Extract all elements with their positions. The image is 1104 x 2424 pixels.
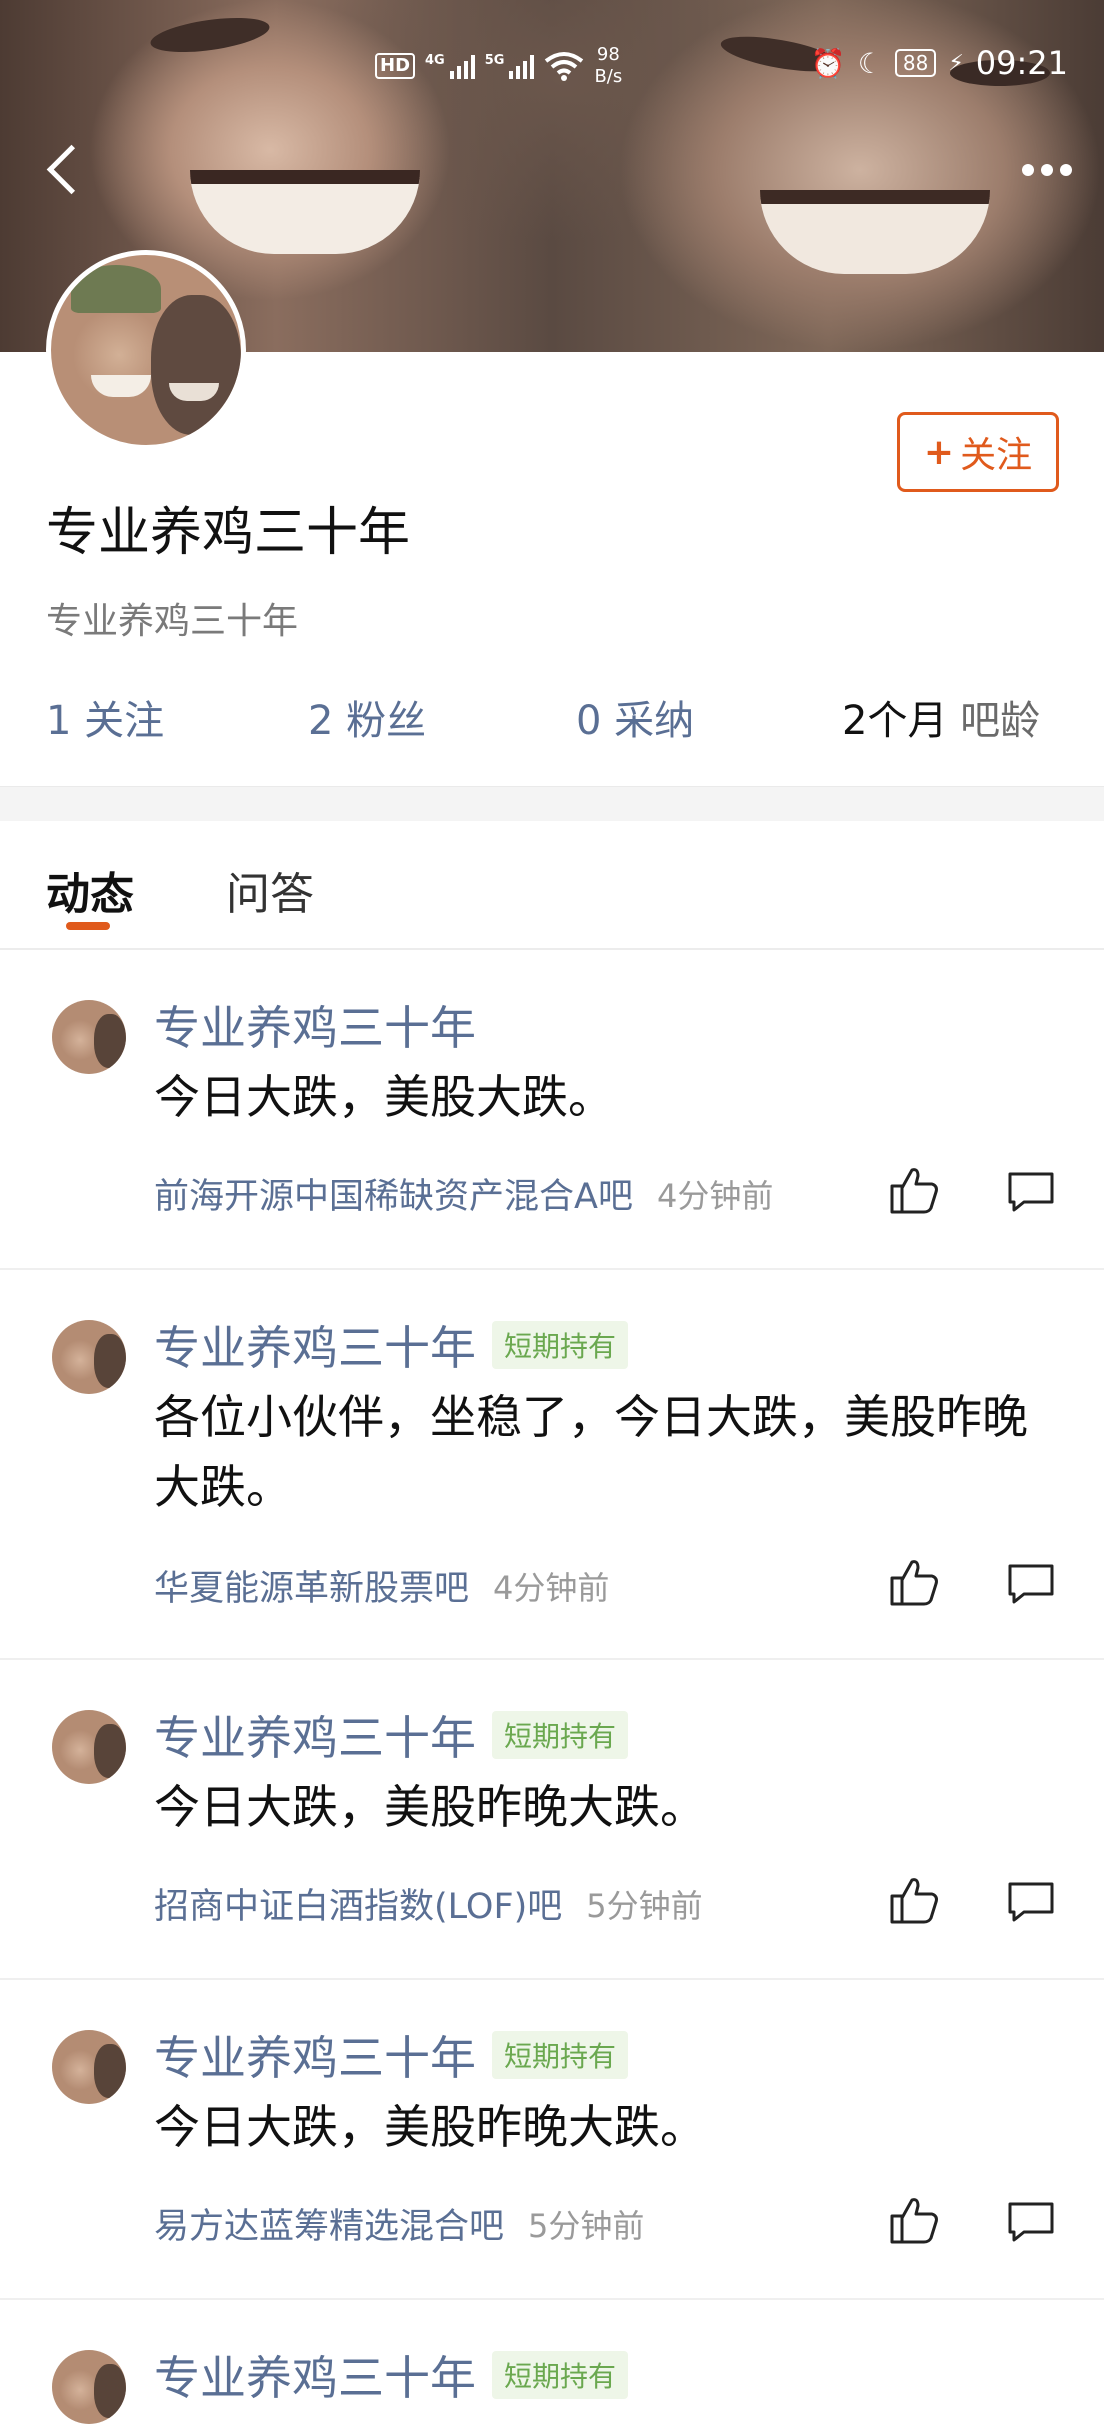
follow-button[interactable]: + 关注 — [897, 412, 1059, 492]
post-author[interactable]: 专业养鸡三十年 — [154, 1702, 476, 1768]
follow-label: 关注 — [960, 435, 1033, 476]
post-time: 4分钟前 — [656, 1176, 774, 1215]
tab-indicator — [66, 922, 110, 930]
comment-icon[interactable] — [1006, 2196, 1056, 2246]
activity-feed: 专业养鸡三十年 今日大跌，美股大跌。 前海开源中国稀缺资产混合A吧 4分钟前 专… — [0, 950, 1104, 2424]
avatar[interactable] — [52, 1320, 126, 1394]
post-forum-link[interactable]: 华夏能源革新股票吧 — [154, 1560, 469, 1611]
post-forum-link[interactable]: 前海开源中国稀缺资产混合A吧 — [154, 1168, 633, 1219]
post-time: 5分钟前 — [586, 1886, 703, 1925]
status-bar: HD 4G 5G 98 B/s ⏰ ☾ 88 ⚡ 09:21 — [0, 0, 1104, 130]
holding-badge: 短期持有 — [492, 1711, 629, 1759]
plus-icon: + — [923, 431, 955, 473]
holding-badge: 短期持有 — [492, 2031, 629, 2079]
comment-icon[interactable] — [1006, 1558, 1056, 1608]
post-content[interactable]: 今日大跌，美股昨晚大跌。 — [154, 1772, 1054, 1842]
user-signature: 专业养鸡三十年 — [46, 601, 299, 642]
moon-icon: ☾ — [857, 46, 883, 80]
profile-stats: 1 关注 2 粉丝 0 采纳 2个月 吧龄 — [46, 688, 1058, 748]
hd-icon: HD — [375, 53, 416, 79]
status-time: 09:21 — [975, 44, 1068, 82]
tab-activity[interactable]: 动态 — [46, 858, 134, 922]
battery-icon: 88 — [894, 49, 937, 77]
list-item: 专业养鸡三十年 短期持有 各位小伙伴，坐稳了，今日大跌，美股昨晚大跌。 华夏能源… — [0, 1270, 1104, 1660]
post-author[interactable]: 专业养鸡三十年 — [154, 1312, 476, 1378]
post-content[interactable]: 今日大跌，美股昨晚大跌。 — [154, 2092, 1054, 2162]
post-time: 5分钟前 — [528, 2206, 645, 2245]
holding-badge: 短期持有 — [492, 1321, 629, 1369]
thumbs-up-icon[interactable] — [888, 2194, 940, 2246]
list-item: 专业养鸡三十年 短期持有 今日大跌，美股昨晚大跌。 招商中证白酒指数(LOF)吧… — [0, 1660, 1104, 1980]
avatar[interactable] — [52, 2350, 126, 2424]
thumbs-up-icon[interactable] — [888, 1164, 940, 1216]
stat-following[interactable]: 1 关注 — [46, 688, 164, 746]
profile-tabs: 动态 问答 — [0, 820, 1104, 950]
avatar[interactable] — [46, 250, 246, 450]
signal-5g-icon: 5G — [485, 53, 535, 79]
post-author[interactable]: 专业养鸡三十年 — [154, 2342, 476, 2408]
banner-image-detail — [760, 190, 990, 274]
comment-icon[interactable] — [1006, 1166, 1056, 1216]
stat-account-age: 2个月 吧龄 — [842, 698, 1041, 744]
alarm-icon: ⏰ — [810, 46, 846, 80]
comment-icon[interactable] — [1006, 1876, 1056, 1926]
section-divider — [0, 786, 1104, 821]
charging-icon: ⚡ — [948, 50, 964, 76]
wifi-icon — [545, 52, 584, 81]
tab-qa[interactable]: 问答 — [226, 858, 314, 922]
more-dots-icon[interactable] — [1022, 164, 1072, 176]
avatar[interactable] — [52, 1710, 126, 1784]
status-bar-network: HD 4G 5G 98 B/s — [375, 44, 622, 88]
post-content[interactable]: 今日大跌，美股大跌。 — [154, 1062, 1054, 1132]
post-author[interactable]: 专业养鸡三十年 — [154, 992, 476, 1058]
thumbs-up-icon[interactable] — [888, 1874, 940, 1926]
avatar[interactable] — [52, 2030, 126, 2104]
holding-badge: 短期持有 — [492, 2351, 629, 2399]
stat-adopted[interactable]: 0 采纳 — [576, 688, 694, 746]
network-speed: 98 B/s — [594, 44, 623, 87]
post-content[interactable]: 各位小伙伴，坐稳了，今日大跌，美股昨晚大跌。 — [154, 1382, 1054, 1522]
stat-fans[interactable]: 2 粉丝 — [308, 688, 426, 746]
list-item: 专业养鸡三十年 短期持有 今日大跌，美股昨晚大跌。 易方达蓝筹精选混合吧 5分钟… — [0, 1980, 1104, 2300]
status-bar-system: ⏰ ☾ 88 ⚡ 09:21 — [811, 44, 1068, 82]
post-time: 4分钟前 — [493, 1568, 610, 1607]
post-author[interactable]: 专业养鸡三十年 — [154, 2022, 476, 2088]
signal-4g-icon: 4G — [425, 53, 475, 79]
page-title: 专业养鸡三十年 — [46, 503, 411, 563]
post-forum-link[interactable]: 易方达蓝筹精选混合吧 — [154, 2198, 504, 2249]
list-item: 专业养鸡三十年 今日大跌，美股大跌。 前海开源中国稀缺资产混合A吧 4分钟前 — [0, 950, 1104, 1270]
post-forum-link[interactable]: 招商中证白酒指数(LOF)吧 — [154, 1878, 562, 1929]
list-item: 专业养鸡三十年 短期持有 — [0, 2300, 1104, 2424]
back-arrow-icon[interactable] — [44, 140, 84, 200]
thumbs-up-icon[interactable] — [888, 1556, 940, 1608]
avatar[interactable] — [52, 1000, 126, 1074]
banner-image-detail — [190, 170, 420, 254]
